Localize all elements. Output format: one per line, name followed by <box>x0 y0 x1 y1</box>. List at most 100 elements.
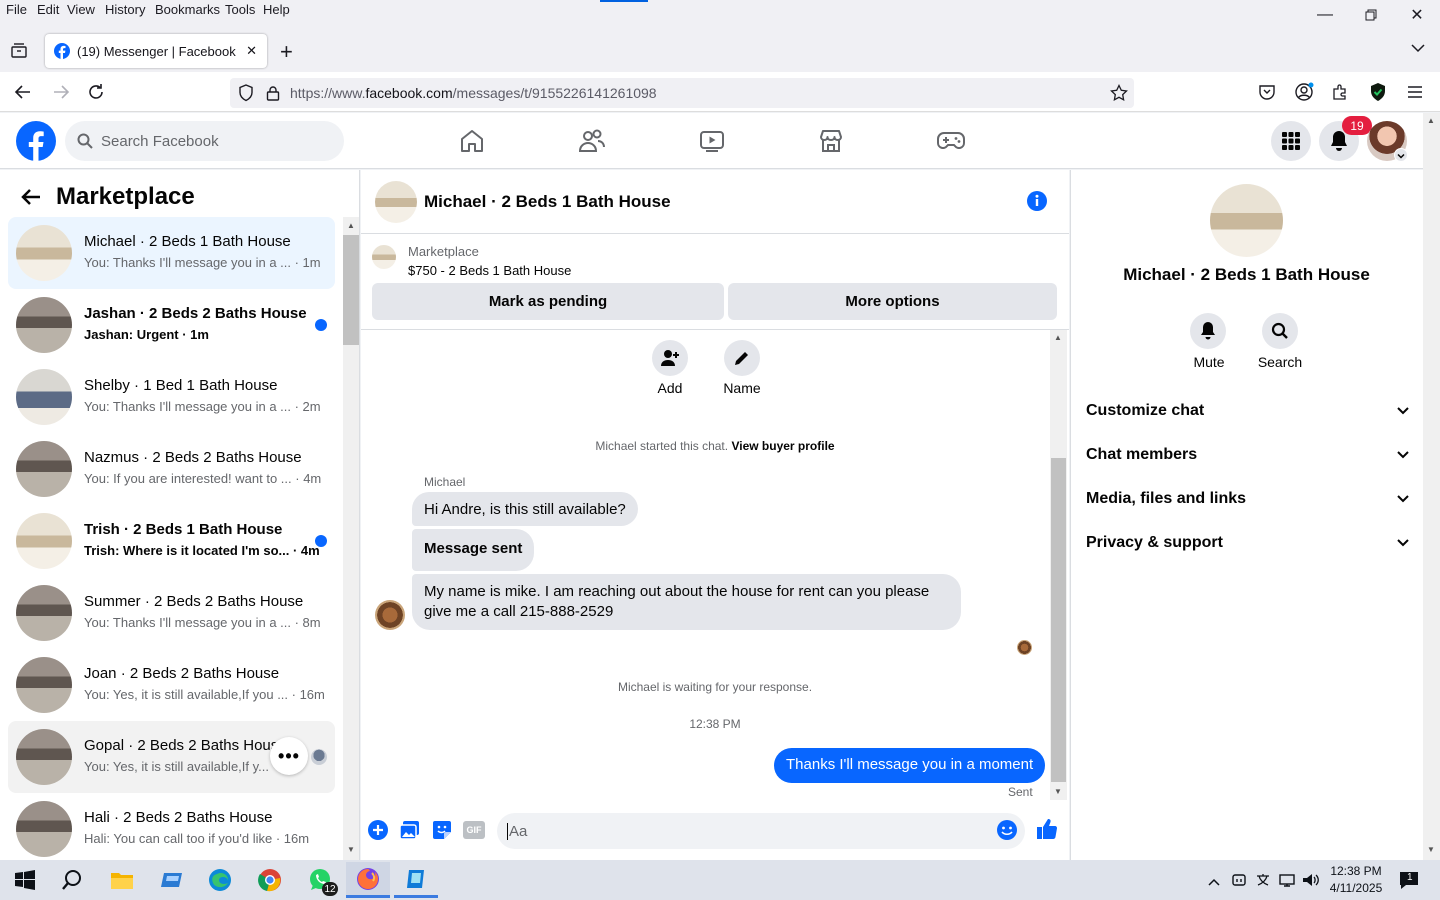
section-customize-chat[interactable]: Customize chat <box>1086 399 1410 423</box>
conversation-item[interactable]: Jashan · 2 Beds 2 Baths House Jashan: Ur… <box>8 289 335 361</box>
menu-help[interactable]: Help <box>263 2 290 17</box>
conversation-name: Shelby · 1 Bed 1 Bath House <box>84 377 278 394</box>
close-window-button[interactable]: ✕ <box>1402 4 1432 26</box>
volume-icon[interactable] <box>1302 872 1320 893</box>
message-input[interactable]: Aa <box>497 813 1025 849</box>
chat-avatar[interactable] <box>375 181 417 223</box>
firefox-icon[interactable] <box>346 862 390 898</box>
more-options-icon[interactable]: ••• <box>270 737 308 775</box>
nav-gaming-icon[interactable] <box>931 126 971 156</box>
menu-view[interactable]: View <box>67 2 95 17</box>
chat-title[interactable]: Michael · 2 Beds 1 Bath House <box>424 192 671 212</box>
conversation-name: Trish · 2 Beds 1 Bath House <box>84 521 283 538</box>
section-chat-members[interactable]: Chat members <box>1086 443 1410 467</box>
edit-name-button[interactable] <box>724 340 760 376</box>
facebook-search-input[interactable]: Search Facebook <box>65 121 344 161</box>
tab-list-icon[interactable] <box>10 42 30 60</box>
conversation-item[interactable]: Gopal · 2 Beds 2 Baths House You: Yes, i… <box>8 721 335 793</box>
back-icon[interactable] <box>14 83 32 106</box>
whatsapp-icon[interactable]: 12 <box>298 862 342 898</box>
minimize-button[interactable]: — <box>1310 4 1340 26</box>
app-icon[interactable] <box>150 862 194 898</box>
account-chevron-icon[interactable] <box>1394 148 1408 162</box>
language-input-icon[interactable] <box>1255 872 1271 893</box>
menu-tools[interactable]: Tools <box>225 2 255 17</box>
snipping-tool-icon[interactable] <box>394 862 438 898</box>
pocket-icon[interactable] <box>1258 83 1276 106</box>
more-options-button[interactable]: More options <box>728 283 1057 320</box>
conversation-item[interactable]: Summer · 2 Beds 2 Baths House You: Thank… <box>8 577 335 649</box>
tab-close-icon[interactable]: ✕ <box>246 43 257 59</box>
like-thumbs-up-icon[interactable] <box>1035 817 1059 846</box>
section-media-files-links[interactable]: Media, files and links <box>1086 487 1410 511</box>
section-privacy-support[interactable]: Privacy & support <box>1086 531 1410 555</box>
nav-watch-icon[interactable] <box>692 126 732 156</box>
maximize-button[interactable] <box>1356 4 1386 26</box>
details-avatar[interactable] <box>1210 184 1283 257</box>
conversation-list-scrollbar[interactable]: ▲ ▼ <box>343 217 359 860</box>
menu-file[interactable]: File <box>6 2 27 17</box>
conversation-item[interactable]: Nazmus · 2 Beds 2 Baths House You: If yo… <box>8 433 335 505</box>
menu-grid-button[interactable] <box>1271 121 1311 161</box>
attach-photo-icon[interactable] <box>399 819 421 846</box>
lock-icon <box>266 86 280 101</box>
gif-icon[interactable]: GIF <box>463 821 485 839</box>
nav-friends-icon[interactable] <box>572 126 612 156</box>
forward-icon[interactable] <box>52 83 70 106</box>
menu-bookmarks[interactable]: Bookmarks <box>155 2 220 17</box>
conversation-item[interactable]: Hali · 2 Beds 2 Baths House Hali: You ca… <box>8 793 335 860</box>
scrollbar-thumb[interactable] <box>1051 458 1066 782</box>
info-icon[interactable] <box>1026 190 1048 217</box>
account-icon[interactable] <box>1294 82 1314 107</box>
conversation-item[interactable]: Michael · 2 Beds 1 Bath House You: Thank… <box>8 217 335 289</box>
my-message-bubble[interactable]: Thanks I'll message you in a moment <box>774 748 1046 783</box>
list-all-tabs-icon[interactable] <box>1410 40 1426 61</box>
section-label: Privacy & support <box>1086 534 1223 551</box>
add-person-button[interactable] <box>652 340 688 376</box>
edge-browser-icon[interactable] <box>198 862 242 898</box>
chrome-browser-icon[interactable] <box>248 862 292 898</box>
more-actions-plus-icon[interactable] <box>367 819 389 846</box>
conversation-item[interactable]: Joan · 2 Beds 2 Baths House You: Yes, it… <box>8 649 335 721</box>
listing-title[interactable]: $750 - 2 Beds 1 Bath House <box>408 263 571 278</box>
nav-home-icon[interactable] <box>452 126 492 156</box>
back-arrow-icon[interactable] <box>20 187 42 212</box>
tray-app-icon[interactable] <box>1231 872 1247 893</box>
new-tab-button[interactable]: + <box>280 39 293 65</box>
page-scrollbar[interactable]: ▲ ▼ <box>1423 113 1440 860</box>
extensions-icon[interactable] <box>1331 83 1349 106</box>
taskbar-search-icon[interactable] <box>50 862 94 898</box>
action-center-icon[interactable]: 1 <box>1398 870 1420 895</box>
sticker-icon[interactable] <box>431 819 453 846</box>
reload-icon[interactable] <box>87 83 105 106</box>
hamburger-menu-icon[interactable] <box>1406 84 1424 105</box>
shield-icon <box>239 84 253 102</box>
taskbar-clock[interactable]: 12:38 PM 4/11/2025 <box>1325 863 1387 897</box>
start-windows-icon[interactable] <box>3 862 47 898</box>
message-bubble[interactable]: Hi Andre, is this still available? <box>412 492 638 526</box>
url-bar[interactable]: https://www.facebook.com/messages/t/9155… <box>230 78 1134 108</box>
mark-as-pending-button[interactable]: Mark as pending <box>372 283 724 320</box>
network-icon[interactable] <box>1279 872 1297 893</box>
conversation-name: Jashan · 2 Beds 2 Baths House <box>84 305 307 322</box>
file-explorer-icon[interactable] <box>100 862 144 898</box>
message-bubble[interactable]: My name is mike. I am reaching out about… <box>412 574 961 630</box>
chat-scrollbar[interactable]: ▲ ▼ <box>1050 330 1067 800</box>
listing-thumbnail <box>16 729 72 785</box>
nav-marketplace-icon[interactable] <box>811 126 851 156</box>
facebook-logo-icon[interactable] <box>16 121 56 166</box>
conversation-item[interactable]: Trish · 2 Beds 1 Bath House Trish: Where… <box>8 505 335 577</box>
menu-edit[interactable]: Edit <box>37 2 59 17</box>
emoji-icon[interactable] <box>996 819 1018 846</box>
message-bubble[interactable]: Message sent <box>412 529 535 571</box>
search-in-chat-button[interactable] <box>1262 313 1298 349</box>
show-hidden-icons-chevron[interactable] <box>1207 874 1221 892</box>
mute-button[interactable] <box>1190 313 1226 349</box>
conversation-item[interactable]: Shelby · 1 Bed 1 Bath House You: Thanks … <box>8 361 335 433</box>
scrollbar-thumb[interactable] <box>343 235 359 345</box>
adblock-shield-icon[interactable] <box>1369 82 1387 107</box>
view-buyer-profile-link[interactable]: View buyer profile <box>731 439 834 453</box>
sender-avatar[interactable] <box>375 600 405 630</box>
menu-history[interactable]: History <box>105 2 145 17</box>
browser-tab-messenger[interactable]: (19) Messenger | Facebook ✕ <box>45 34 267 68</box>
